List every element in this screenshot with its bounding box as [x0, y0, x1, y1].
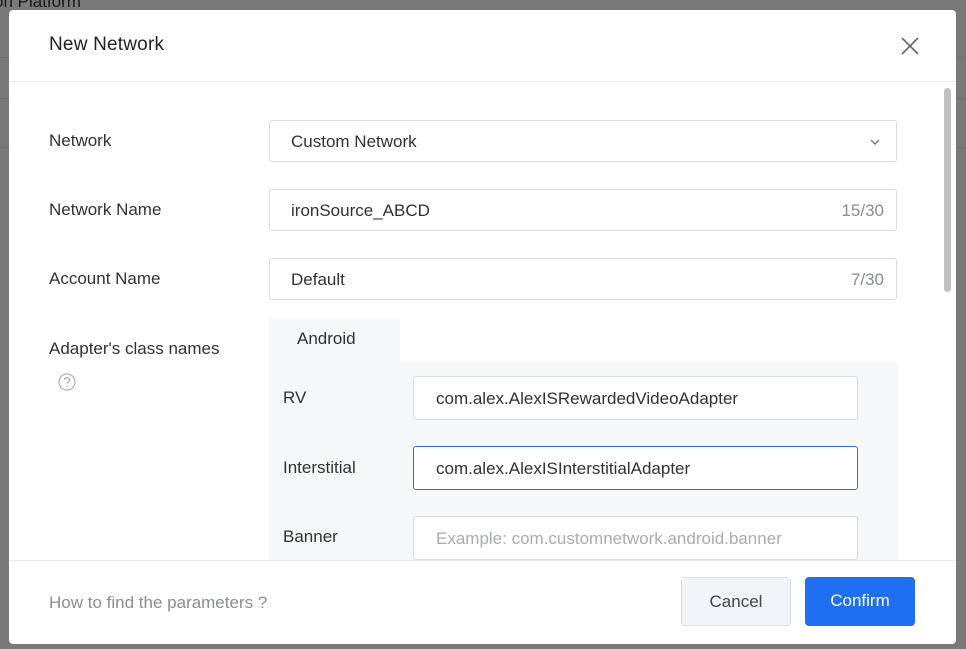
help-link[interactable]: How to find the parameters ?	[49, 593, 267, 613]
cancel-button[interactable]: Cancel	[681, 577, 791, 626]
account-name-char-count: 7/30	[850, 270, 884, 289]
android-adapter-panel: RV com.alex.AlexISRewardedVideoAdapter I…	[269, 362, 898, 560]
modal-footer: How to find the parameters ? Cancel Conf…	[9, 560, 956, 644]
tab-android-label: Android	[297, 329, 356, 348]
confirm-button-label: Confirm	[830, 591, 890, 610]
close-icon	[901, 37, 919, 55]
tab-android[interactable]: Android	[269, 318, 400, 363]
network-name-label: Network Name	[49, 200, 162, 219]
modal-title: New Network	[49, 34, 165, 55]
question-circle-icon	[58, 373, 76, 391]
platform-tabs: Android	[269, 318, 898, 363]
banner-adapter-input[interactable]: Example: com.customnetwork.android.banne…	[413, 516, 858, 560]
interstitial-adapter-value: com.alex.AlexISInterstitialAdapter	[436, 459, 691, 478]
help-icon[interactable]	[57, 372, 77, 392]
cancel-button-label: Cancel	[709, 592, 763, 611]
network-name-value: ironSource_ABCD	[291, 201, 430, 220]
banner-label: Banner	[283, 527, 338, 546]
adapters-label: Adapter's class names	[49, 339, 220, 358]
modal-header: New Network	[9, 10, 956, 82]
interstitial-label: Interstitial	[283, 458, 356, 477]
close-button[interactable]	[898, 34, 922, 58]
rv-adapter-value: com.alex.AlexISRewardedVideoAdapter	[436, 389, 739, 408]
account-name-value: Default	[291, 270, 345, 289]
banner-adapter-placeholder: Example: com.customnetwork.android.banne…	[436, 529, 782, 548]
interstitial-adapter-input[interactable]: com.alex.AlexISInterstitialAdapter	[413, 446, 858, 490]
rv-label: RV	[283, 388, 307, 407]
network-name-char-count: 15/30	[841, 201, 884, 220]
modal-body: Network Custom Network Network Name iron…	[9, 82, 956, 560]
network-select[interactable]: Custom Network	[269, 120, 897, 162]
chevron-down-icon	[870, 139, 880, 145]
confirm-button[interactable]: Confirm	[805, 577, 915, 626]
account-name-label: Account Name	[49, 269, 161, 288]
network-name-input[interactable]: ironSource_ABCD 15/30	[269, 189, 897, 231]
rv-adapter-input[interactable]: com.alex.AlexISRewardedVideoAdapter	[413, 376, 858, 420]
account-name-input[interactable]: Default 7/30	[269, 258, 897, 300]
modal-scrollbar[interactable]	[941, 82, 953, 560]
network-label: Network	[49, 131, 112, 150]
network-select-value: Custom Network	[291, 132, 417, 151]
new-network-modal: New Network Network Custom Network Netwo…	[9, 10, 956, 644]
modal-scrollbar-thumb[interactable]	[944, 88, 951, 292]
